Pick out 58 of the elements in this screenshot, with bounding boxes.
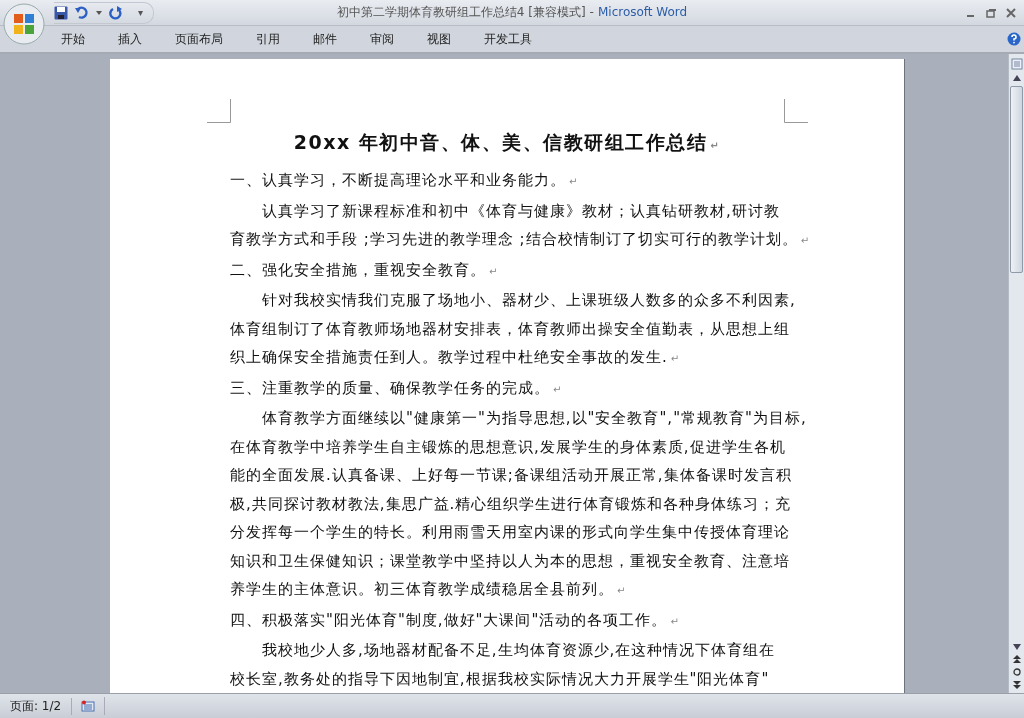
office-button[interactable] [2, 2, 46, 46]
ribbon-tab[interactable]: 审阅 [359, 27, 405, 51]
window-title: 初中第二学期体育教研组工作总结4 [兼容模式] [336, 5, 586, 19]
ribbon-tab[interactable]: 插入 [107, 27, 153, 51]
ribbon-tab[interactable]: 开始 [50, 27, 96, 51]
text-line: 极,共同探讨教材教法,集思广益.精心组织学生进行体育锻炼和各种身体练习；充 [230, 494, 792, 513]
ribbon-tab[interactable]: 邮件 [302, 27, 348, 51]
help-icon[interactable] [1007, 32, 1021, 46]
text-line: 在体育教学中培养学生自主锻炼的思想意识,发展学生的身体素质,促进学生各机 [230, 437, 786, 456]
section-heading: 三、注重教学的质量、确保教学任务的完成。 [230, 378, 550, 397]
previous-page-icon[interactable] [1012, 655, 1021, 663]
vertical-scrollbar[interactable] [1008, 54, 1024, 693]
text-line: 认真学习了新课程标准和初中《体育与健康》教材；认真钻研教材,研讨教 [262, 201, 780, 220]
crop-mark [207, 99, 231, 123]
text-line: 育教学方式和手段 ;学习先进的教学理念 ;结合校情制订了切实可行的教学计划。 [230, 230, 798, 248]
crop-mark [784, 99, 808, 123]
dropdown-icon[interactable] [96, 10, 102, 15]
text-line: 校长室,教务处的指导下因地制宜,根据我校实际情况大力开展学生"阳光体育" [230, 669, 770, 688]
redo-icon[interactable] [109, 5, 123, 20]
text-line: 能的全面发展.认真备课、上好每一节课;备课组活动开展正常,集体备课时发言积 [230, 466, 792, 484]
ribbon-tab[interactable]: 视图 [416, 27, 462, 51]
text-line: 体育教学方面继续以"健康第一"为指导思想,以"安全教育","常规教育"为目标, [262, 409, 807, 427]
text-line: 体育组制订了体育教师场地器材安排表，体育教师出操安全值勤表，从思想上组 [230, 319, 790, 338]
section-heading: 四、积极落实"阳光体育"制度,做好"大课间"活动的各项工作。 [230, 610, 668, 629]
text-line: 织上确保安全措施责任到人。教学过程中杜绝安全事故的发生. [230, 348, 668, 366]
app-name: Microsoft Word [597, 5, 688, 19]
text-line: 分发挥每一个学生的特长。利用雨雪天用室内课的形式向学生集中传授体育理论 [230, 523, 790, 541]
document-view-icon[interactable] [81, 700, 96, 712]
paragraph-mark: ↵ [617, 585, 627, 596]
ribbon-tab[interactable]: 页面布局 [164, 27, 234, 51]
text-line: 养学生的主体意识。初三体育教学成绩稳居全县前列。 [230, 580, 614, 598]
document-title: 20xx 年初中音、体、美、信教研组工作总结 [293, 131, 708, 153]
paragraph-mark: ↵ [553, 383, 563, 395]
scroll-down-icon[interactable] [1012, 644, 1021, 650]
text-line: 我校地少人多,场地器材配备不足,生均体育资源少,在这种情况下体育组在 [262, 641, 776, 659]
paragraph-mark: ↵ [670, 353, 681, 364]
paragraph-mark: ↵ [569, 176, 579, 187]
section-heading: 一、认真学习，不断提高理论水平和业务能力。 [230, 171, 566, 189]
undo-icon[interactable] [75, 5, 89, 20]
ribbon-tab[interactable]: 引用 [245, 27, 291, 51]
browse-object-icon[interactable] [1012, 668, 1021, 676]
text-line: 知识和卫生保健知识；课堂教学中坚持以人为本的思想，重视安全教育、注意培 [230, 551, 790, 570]
paragraph-mark: ↵ [489, 265, 499, 277]
next-page-icon[interactable] [1012, 681, 1021, 689]
restore-icon[interactable] [986, 7, 996, 18]
save-icon[interactable] [54, 5, 68, 20]
customize-button[interactable]: ▾ [138, 7, 144, 18]
paragraph-mark: ↵ [670, 615, 680, 627]
scroll-up-icon[interactable] [1012, 75, 1021, 81]
close-icon[interactable] [1006, 7, 1016, 18]
paragraph-mark: ↵ [800, 235, 811, 246]
paragraph-mark: ↵ [710, 140, 721, 151]
section-heading: 二、强化安全措施，重视安全教育。 [230, 260, 486, 279]
ribbon-tab[interactable]: 开发工具 [473, 27, 543, 51]
text-line: 针对我校实情我们克服了场地小、器材少、上课班级人数多的众多不利因素, [262, 291, 796, 309]
title-separator: - [589, 5, 594, 19]
page-count[interactable]: 页面: 1/2 [0, 697, 73, 715]
scroll-thumb[interactable] [1010, 86, 1023, 273]
